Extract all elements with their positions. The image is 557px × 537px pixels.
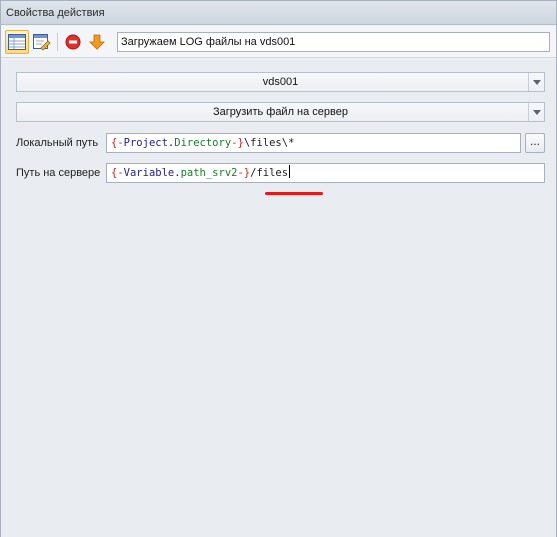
server-path-label: Путь на сервере (16, 167, 101, 179)
move-down-button[interactable] (85, 30, 109, 54)
edit-window-icon (33, 33, 51, 51)
red-underline-annotation (265, 192, 323, 195)
local-path-label: Локальный путь (16, 137, 99, 149)
chevron-down-icon (532, 109, 541, 115)
local-path-open-brace: {- (111, 137, 124, 149)
edit-view-button[interactable] (30, 30, 54, 54)
window-title: Свойства действия (1, 1, 556, 25)
arrow-down-icon (89, 34, 105, 50)
server-path-var: Variable (123, 167, 175, 179)
server-path-prop: path_srv2 (180, 167, 238, 179)
action-name-input[interactable]: Загружаем LOG файлы на vds001 (117, 32, 550, 52)
table-icon (8, 34, 26, 50)
server-select-value: vds001 (262, 76, 299, 88)
server-path-tail: /files (250, 167, 289, 179)
properties-panel: vds001 Загрузить файл на сервер Локальны… (1, 59, 556, 537)
operation-select[interactable]: Загрузить файл на сервер (16, 102, 545, 122)
server-path-input[interactable]: {-Variable.path_srv2-}/files (106, 163, 545, 183)
local-path-prop: Directory (174, 137, 232, 149)
server-select-dropdown[interactable] (528, 73, 544, 91)
browse-button[interactable]: ... (525, 133, 545, 153)
operation-select-dropdown[interactable] (528, 103, 544, 121)
server-path-close-brace: -} (237, 167, 251, 179)
local-path-input[interactable]: {-Project.Directory-}\files\* (106, 133, 521, 153)
text-caret (289, 165, 291, 178)
local-path-tail: \files\* (243, 137, 295, 149)
server-path-open-brace: {- (111, 167, 124, 179)
stop-icon (65, 34, 81, 50)
local-path-var: Project (123, 137, 168, 149)
local-path-close-brace: -} (231, 137, 244, 149)
properties-view-button[interactable] (5, 30, 29, 54)
operation-select-value: Загрузить файл на сервер (212, 106, 348, 118)
stop-button[interactable] (61, 30, 85, 54)
server-select[interactable]: vds001 (16, 72, 545, 92)
chevron-down-icon (532, 79, 541, 85)
action-properties-window: Свойства действия Загружаем LOG файлы на… (0, 0, 557, 537)
toolbar: Загружаем LOG файлы на vds001 (1, 26, 556, 58)
